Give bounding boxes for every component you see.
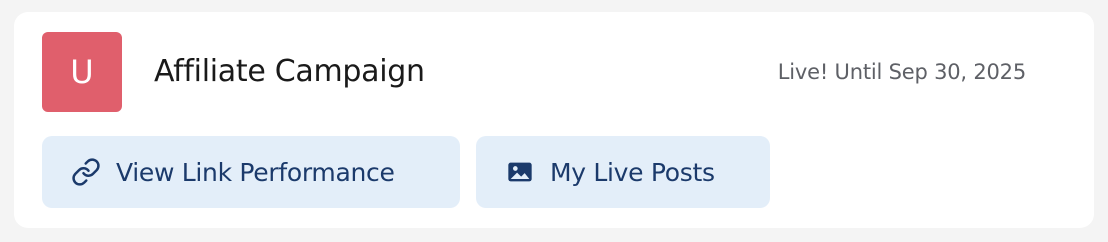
campaign-card: U Affiliate Campaign Live! Until Sep 30,… — [14, 12, 1094, 228]
avatar: U — [42, 32, 122, 112]
image-icon — [504, 156, 536, 188]
view-link-performance-label: View Link Performance — [116, 157, 395, 187]
view-link-performance-button[interactable]: View Link Performance — [42, 136, 460, 208]
my-live-posts-label: My Live Posts — [550, 157, 715, 187]
link-icon — [70, 156, 102, 188]
my-live-posts-button[interactable]: My Live Posts — [476, 136, 770, 208]
campaign-title: Affiliate Campaign — [154, 54, 425, 89]
status-text: Live! Until Sep 30, 2025 — [777, 60, 1026, 84]
